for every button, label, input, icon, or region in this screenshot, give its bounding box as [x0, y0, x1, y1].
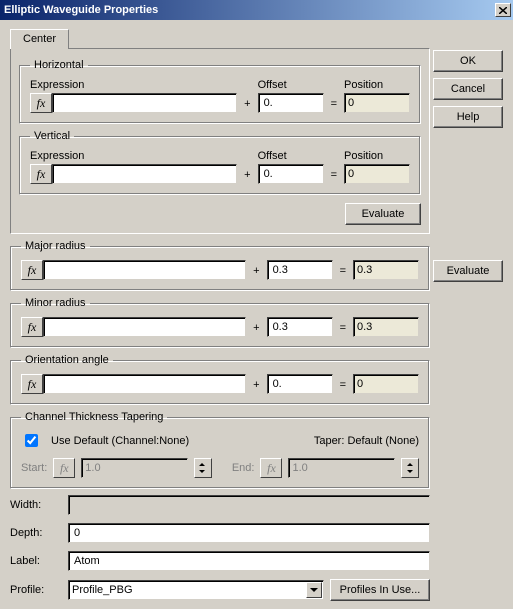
tab-bar: Center [10, 28, 430, 48]
use-default-checkbox[interactable] [25, 434, 38, 447]
taper-label: Taper: Default (None) [314, 435, 419, 447]
title-bar: Elliptic Waveguide Properties [0, 0, 513, 20]
width-output [68, 495, 430, 515]
plus-op: + [241, 98, 253, 113]
major-radius-legend: Major radius [21, 240, 90, 252]
profiles-in-use-button[interactable]: Profiles In Use... [330, 579, 430, 601]
channel-tapering-group: Channel Thickness Tapering Use Default (… [10, 411, 430, 489]
minor-offset-input[interactable] [267, 317, 333, 337]
vert-pos-label: Position [344, 150, 410, 162]
equals-op: = [337, 265, 349, 280]
horiz-offset-input[interactable] [258, 93, 324, 113]
orient-expr-input[interactable] [43, 374, 246, 394]
vert-expr-input[interactable] [52, 164, 237, 184]
horizontal-group: Horizontal Expression fx + Offset = [19, 59, 421, 124]
cancel-button[interactable]: Cancel [433, 78, 503, 100]
help-button[interactable]: Help [433, 106, 503, 128]
plus-op: + [241, 169, 253, 184]
vert-offset-label: Offset [258, 150, 324, 162]
use-default-label: Use Default (Channel:None) [51, 435, 189, 447]
fx-button-disabled: fx [53, 458, 75, 478]
window-title: Elliptic Waveguide Properties [4, 4, 495, 16]
end-input-disabled: 1.0 [288, 458, 395, 478]
plus-op: + [250, 322, 262, 337]
major-radius-group: Major radius fx + = 0.3 [10, 240, 430, 291]
horiz-expr-input[interactable] [52, 93, 237, 113]
major-result-output: 0.3 [353, 260, 419, 280]
minor-result-output: 0.3 [353, 317, 419, 337]
orientation-legend: Orientation angle [21, 354, 113, 366]
label-input[interactable] [68, 551, 430, 571]
close-icon [499, 7, 507, 14]
start-step-button [194, 458, 212, 478]
label-label: Label: [10, 555, 62, 567]
plus-op: + [250, 379, 262, 394]
horiz-pos-label: Position [344, 79, 410, 91]
fx-button-disabled: fx [260, 458, 282, 478]
end-step-button [401, 458, 419, 478]
major-expr-input[interactable] [43, 260, 246, 280]
horizontal-legend: Horizontal [30, 59, 88, 71]
chevron-down-icon[interactable] [306, 582, 322, 598]
width-label: Width: [10, 499, 62, 511]
fx-button[interactable]: fx [21, 317, 43, 337]
channel-tapering-legend: Channel Thickness Tapering [21, 411, 167, 423]
fx-button[interactable]: fx [21, 260, 43, 280]
fx-button[interactable]: fx [30, 93, 52, 113]
equals-op: = [337, 322, 349, 337]
minor-expr-input[interactable] [43, 317, 246, 337]
horiz-pos-output: 0 [344, 93, 410, 113]
ok-button[interactable]: OK [433, 50, 503, 72]
minor-radius-group: Minor radius fx + = 0.3 [10, 297, 430, 348]
equals-op: = [328, 98, 340, 113]
equals-op: = [337, 379, 349, 394]
vert-expr-label: Expression [30, 150, 237, 162]
vertical-group: Vertical Expression fx + Offset = [19, 130, 421, 195]
vert-pos-output: 0 [344, 164, 410, 184]
profile-label: Profile: [10, 584, 62, 596]
equals-op: = [328, 169, 340, 184]
vert-offset-input[interactable] [258, 164, 324, 184]
horiz-expr-label: Expression [30, 79, 237, 91]
end-label: End: [232, 462, 255, 474]
start-input-disabled: 1.0 [81, 458, 188, 478]
tab-center[interactable]: Center [10, 29, 69, 49]
major-offset-input[interactable] [267, 260, 333, 280]
close-button[interactable] [495, 3, 511, 17]
profile-select[interactable]: Profile_PBG [68, 580, 324, 600]
depth-label: Depth: [10, 527, 62, 539]
center-panel: Horizontal Expression fx + Offset = [10, 48, 430, 234]
updown-icon [407, 463, 414, 473]
orient-result-output: 0 [353, 374, 419, 394]
orient-offset-input[interactable] [267, 374, 333, 394]
orientation-group: Orientation angle fx + = 0 [10, 354, 430, 405]
updown-icon [199, 463, 206, 473]
horiz-offset-label: Offset [258, 79, 324, 91]
fx-button[interactable]: fx [30, 164, 52, 184]
evaluate-center-button[interactable]: Evaluate [345, 203, 421, 225]
minor-radius-legend: Minor radius [21, 297, 90, 309]
start-label: Start: [21, 462, 47, 474]
plus-op: + [250, 265, 262, 280]
vertical-legend: Vertical [30, 130, 74, 142]
evaluate-outer-button[interactable]: Evaluate [433, 260, 503, 282]
fx-button[interactable]: fx [21, 374, 43, 394]
depth-input[interactable] [68, 523, 430, 543]
